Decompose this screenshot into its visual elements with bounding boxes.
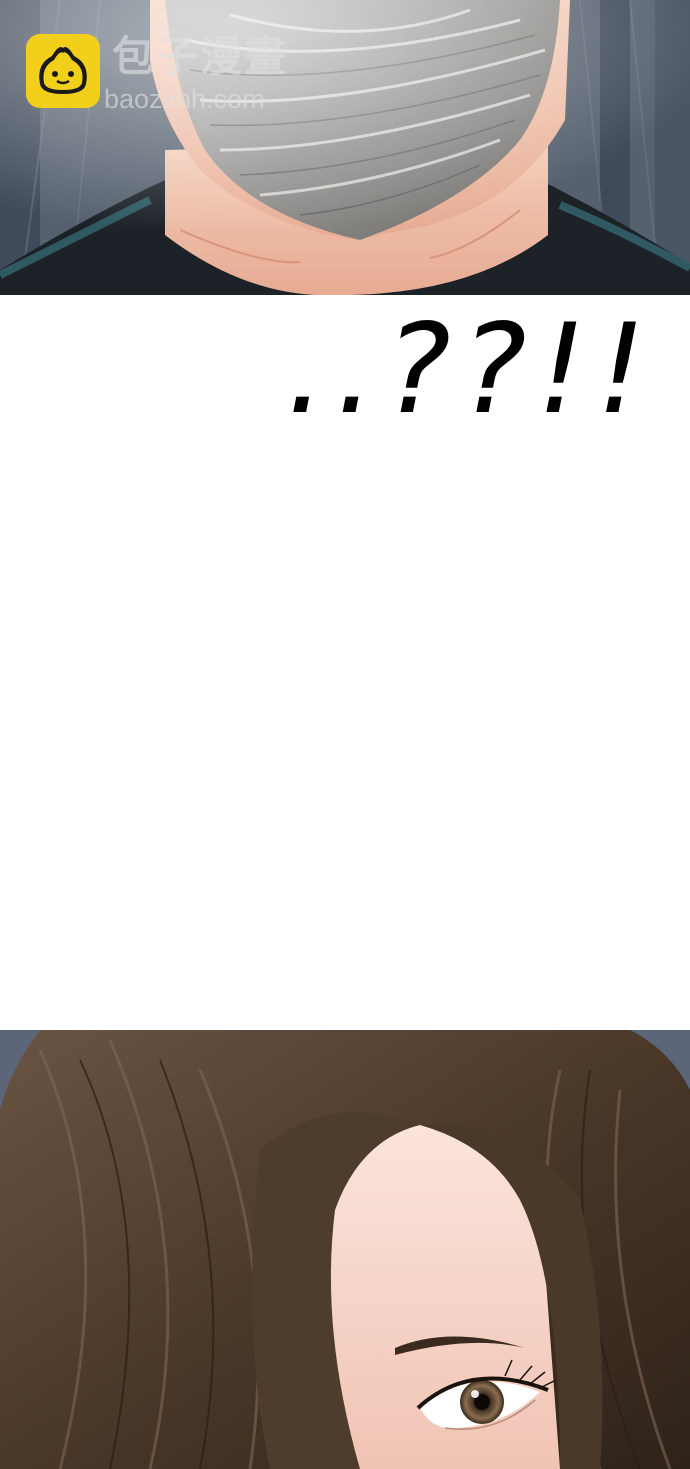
watermark-url: baozimh.com	[104, 84, 265, 114]
comic-panel-top: 包子漫畫 baozimh.com	[0, 0, 690, 295]
watermark-brand: 包子漫畫	[112, 32, 289, 81]
bun-logo-icon	[26, 34, 100, 108]
site-watermark: 包子漫畫 baozimh.com	[26, 34, 326, 114]
woman-eye-illustration	[0, 1030, 690, 1469]
comic-panel-bottom	[0, 1030, 690, 1469]
sound-effect-text: ..??!!	[286, 298, 656, 442]
comic-panel-middle: ..??!!	[0, 295, 690, 1030]
